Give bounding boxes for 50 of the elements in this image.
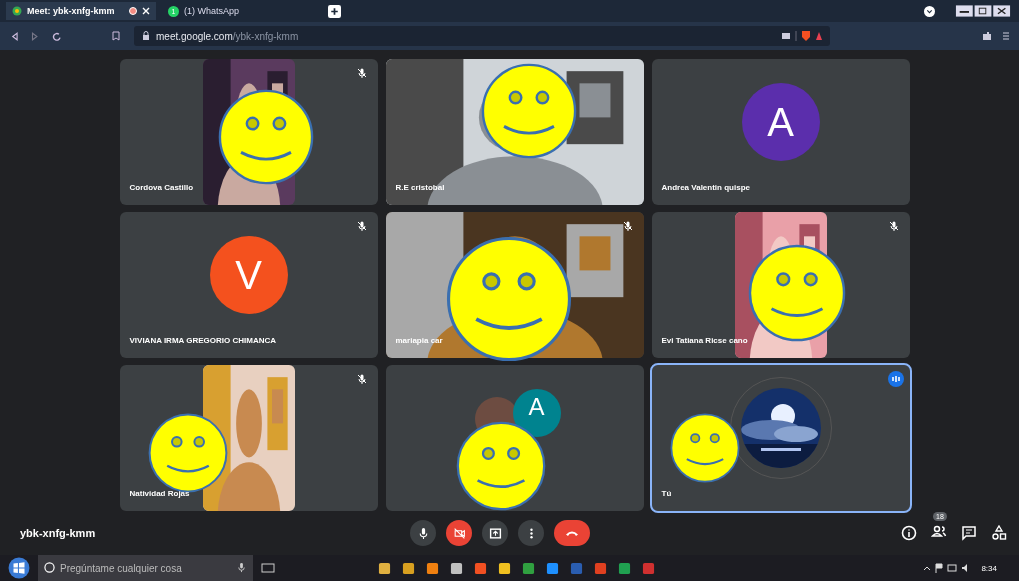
people-icon[interactable]: [931, 523, 947, 539]
app-icon[interactable]: [474, 561, 487, 575]
speaking-icon: [887, 371, 904, 387]
app-icon[interactable]: [426, 561, 439, 575]
tab-title: (1) WhatsApp: [184, 6, 241, 16]
participant-name: VIVIANA IRMA GREGORIO CHIMANCA: [129, 336, 277, 345]
activities-icon[interactable]: [991, 525, 1007, 541]
participant-name: Andrea Valentin quispe: [661, 183, 750, 192]
present-button[interactable]: [482, 520, 508, 546]
address-actions-icons[interactable]: [782, 30, 822, 42]
avatar: A: [512, 389, 561, 437]
participant-name: Cordova Castillo: [129, 183, 194, 192]
start-button[interactable]: [8, 557, 30, 579]
search-icon: [44, 562, 55, 573]
bookmark-icon[interactable]: [112, 31, 120, 41]
participant-name: Natividad Rojas: [129, 489, 190, 498]
app-icon[interactable]: [498, 561, 511, 575]
chat-icon[interactable]: [961, 525, 977, 541]
task-view-icon[interactable]: [261, 562, 275, 574]
window-controls-icon[interactable]: [955, 4, 1011, 18]
clock-time: 8:34: [981, 563, 997, 573]
avatar: V: [209, 236, 288, 314]
lock-icon: [142, 31, 150, 41]
meet-icon: [12, 6, 22, 16]
info-icon[interactable]: [901, 525, 917, 541]
search-field[interactable]: Pregúntame cualquier cosa: [38, 555, 253, 581]
microphone-button[interactable]: [410, 520, 436, 546]
end-call-button[interactable]: [554, 520, 590, 546]
app-icon[interactable]: [546, 561, 559, 575]
profile-icon[interactable]: [924, 5, 935, 17]
microphone-icon: [236, 562, 247, 573]
app-icon[interactable]: [450, 561, 463, 575]
participant-name: R.E cristobal: [395, 183, 445, 192]
extensions-icon[interactable]: [981, 30, 1011, 42]
app-icon[interactable]: [402, 561, 415, 575]
camera-off-icon: [452, 526, 466, 540]
close-icon[interactable]: [142, 7, 150, 15]
app-icon[interactable]: [618, 561, 631, 575]
participant-name: Tú: [661, 489, 672, 498]
app-icon[interactable]: [378, 561, 391, 575]
address-field[interactable]: meet.google.com/ybk-xnfg-kmm: [134, 26, 830, 46]
avatar: A: [741, 83, 820, 161]
meeting-code: ybk-xnfg-kmm: [20, 527, 97, 539]
browser-tab[interactable]: Meet: ybk-xnfg-kmm: [6, 2, 156, 20]
new-tab-button[interactable]: [328, 4, 341, 18]
camera-off-button[interactable]: [446, 520, 472, 546]
app-icon[interactable]: [522, 561, 535, 575]
tab-title: Meet: ybk-xnfg-kmm: [27, 6, 116, 16]
more-options-button[interactable]: [518, 520, 544, 546]
present-screen-icon: [488, 526, 502, 540]
